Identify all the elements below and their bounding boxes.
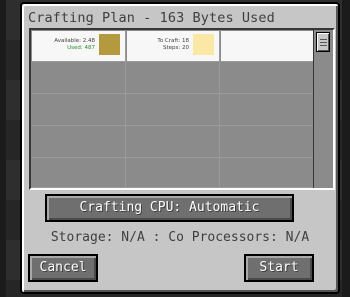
steps-text: Steps: 20 bbox=[163, 45, 189, 51]
plan-cell-empty bbox=[220, 94, 315, 126]
item-icon bbox=[99, 34, 120, 55]
plan-cell-empty bbox=[126, 94, 220, 126]
used-text: Used: 487 bbox=[67, 45, 95, 51]
plan-cell-empty bbox=[31, 62, 126, 94]
storage-status-text: Storage: N/A : Co Processors: N/A bbox=[50, 230, 310, 245]
crafting-cpu-button[interactable]: Crafting CPU: Automatic bbox=[45, 194, 294, 222]
cancel-button[interactable]: Cancel bbox=[28, 254, 98, 282]
plan-cell-to-craft[interactable]: To Craft: 18 Steps: 20 bbox=[126, 30, 220, 62]
plan-cell-empty bbox=[126, 126, 220, 158]
to-craft-text: To Craft: 18 bbox=[157, 38, 189, 44]
plan-cell-empty bbox=[220, 30, 315, 62]
plan-cell-empty bbox=[31, 94, 126, 126]
crafting-plan-list: Available: 2.48 Used: 487 To Craft: 18 S… bbox=[29, 28, 335, 190]
plan-cell-empty bbox=[220, 126, 315, 158]
grip-line bbox=[320, 45, 327, 46]
plan-cell-empty bbox=[220, 62, 315, 94]
crafting-plan-dialog: Crafting Plan - 163 Bytes Used Available… bbox=[20, 2, 340, 294]
plan-cell-empty bbox=[31, 126, 126, 158]
plan-cell-info: Available: 2.48 Used: 487 bbox=[54, 38, 95, 52]
plan-cell-empty bbox=[31, 158, 126, 188]
available-text: Available: 2.48 bbox=[54, 38, 95, 44]
plan-cell-info: To Craft: 18 Steps: 20 bbox=[157, 38, 189, 52]
grip-line bbox=[320, 42, 327, 43]
item-icon bbox=[193, 34, 214, 55]
plan-cell-available[interactable]: Available: 2.48 Used: 487 bbox=[31, 30, 126, 62]
scrollbar-thumb[interactable] bbox=[316, 32, 330, 52]
start-button[interactable]: Start bbox=[244, 254, 314, 282]
grip-line bbox=[320, 39, 327, 40]
scrollbar-track[interactable] bbox=[313, 30, 333, 188]
plan-grid: Available: 2.48 Used: 487 To Craft: 18 S… bbox=[31, 30, 315, 188]
plan-cell-empty bbox=[126, 62, 220, 94]
plan-cell-empty bbox=[220, 158, 315, 188]
dialog-title: Crafting Plan - 163 Bytes Used bbox=[28, 10, 275, 26]
plan-cell-empty bbox=[126, 158, 220, 188]
